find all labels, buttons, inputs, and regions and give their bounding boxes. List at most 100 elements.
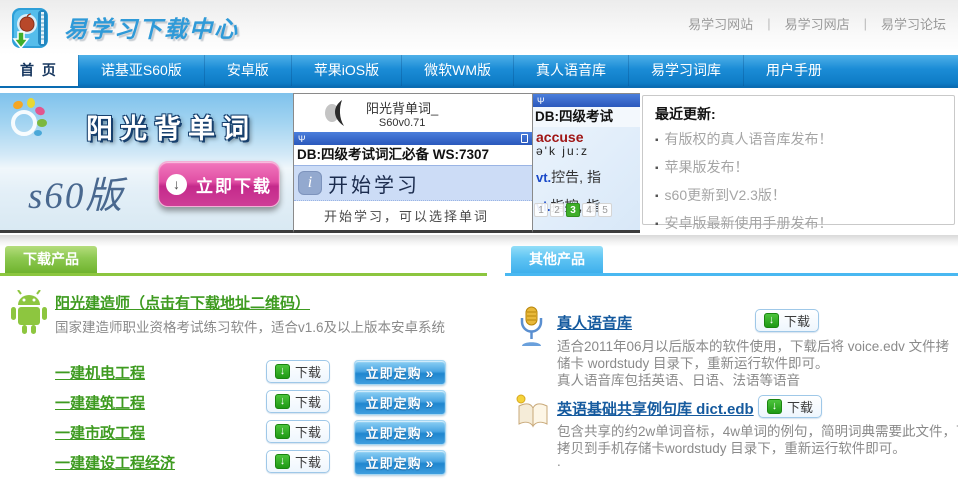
top-link-website[interactable]: 易学习网站 [688,14,753,33]
order-button[interactable]: 立即定购» [354,360,446,385]
site-logo[interactable]: 易学习下载中心 [8,4,239,50]
phone1-app-titles: 阳光背单词_ S60v0.71 [366,98,438,129]
product-link[interactable]: 一建建设工程经济 [55,452,175,473]
bullet-icon: ▪ [655,191,659,202]
nav-nokia-s60[interactable]: 诺基亚S60版 [78,55,204,86]
green-rule [0,273,487,276]
phone2-phonetic: ə'k ju:z [536,144,640,158]
tab-download-products[interactable]: 下载产品 [5,246,97,273]
info-icon: i [298,171,322,195]
top-link-forum[interactable]: 易学习论坛 [881,14,946,33]
page-button-4[interactable]: 4 [582,203,596,217]
other-product-link[interactable]: 真人语音库 [557,312,632,333]
chevron-right-icon: » [426,365,435,381]
microphone-icon [513,306,549,348]
recent-updates-panel: 最近更新: ▪有版权的真人语音库发布！ ▪苹果版发布！ ▪s60更新到V2.3版… [642,95,955,225]
product-link[interactable]: 一建建筑工程 [55,392,145,413]
phone2-db-line: DB:四级考试 [533,107,640,127]
other-products-section: 其他产品 真人语音库 ↓下载 适合2011年06月以后版本的软件使用，下载后将 … [505,246,958,479]
bullet-icon: ▪ [655,163,659,174]
nav-apple-ios[interactable]: 苹果iOS版 [291,55,401,86]
recent-updates-title: 最近更新: [655,104,942,124]
banner-edition: s60版 [28,165,124,219]
page: 易学习下载中心 易学习网站 | 易学习网店 | 易学习论坛 首 页 诺基亚S60… [0,0,958,479]
phone1-hint-line: 开始学习，可以选择单词 [294,201,532,225]
download-arrow-icon: ↓ [275,454,290,469]
download-button[interactable]: ↓下载 [266,360,330,383]
product-row: 一建建筑工程 ↓下载 立即定购» [0,390,487,416]
product-row: 一建机电工程 ↓下载 立即定购» [0,360,487,386]
product-link[interactable]: 一建市政工程 [55,422,145,443]
download-button[interactable]: ↓下载 [758,395,822,418]
order-button[interactable]: 立即定购» [354,450,446,475]
signal-icon: Ψ [537,96,545,106]
download-products-section: 下载产品 阳光建造师（点击有下载地址二维码） 国家建造师职业资格考试练习软件，适… [0,246,487,479]
phone-screenshot-1: 阳光背单词_ S60v0.71 Ψ DB:四级考试词汇必备 WS:7307 i … [293,93,533,233]
backpack-download-icon [8,4,56,50]
product-row: 一建建设工程经济 ↓下载 立即定购» [0,450,487,476]
top-link-shop[interactable]: 易学习网店 [785,14,850,33]
signal-icon: Ψ [298,134,306,144]
order-button[interactable]: 立即定购» [354,390,446,415]
download-button[interactable]: ↓下载 [266,420,330,443]
download-arrow-icon: ↓ [764,313,779,328]
download-arrow-icon: ↓ [166,174,187,195]
site-title: 易学习下载中心 [64,10,239,44]
phone1-app-version: S60v0.71 [366,117,438,129]
top-link-separator: | [767,16,770,31]
phone2-word-area: accuse ə'k ju:z vt.控告, 指 vi.指控, 指 1 2 3 … [533,127,640,233]
feature-product-link[interactable]: 阳光建造师（点击有下载地址二维码） [55,292,310,313]
main-nav: 首 页 诺基亚S60版 安卓版 苹果iOS版 微软WM版 真人语音库 易学习词库… [0,55,958,88]
top-link-separator: | [864,16,867,31]
nav-windows-mobile[interactable]: 微软WM版 [401,55,513,86]
hero-area: 阳光背单词 s60版 ↓ 立即下载 阳光背单词_ S60v0.71 Ψ [0,93,958,235]
blue-rule [505,273,958,276]
phone1-menu-item-selected[interactable]: i 开始学习 [294,165,532,201]
top-links: 易学习网站 | 易学习网店 | 易学习论坛 [688,14,946,33]
phone2-pagination: 1 2 3 4 5 [534,203,612,217]
product-link[interactable]: 一建机电工程 [55,362,145,383]
banner-download-button[interactable]: ↓ 立即下载 [158,161,280,207]
phone2-word: accuse [536,130,640,144]
battery-icon [521,134,528,143]
nav-word-library[interactable]: 易学习词库 [628,55,743,86]
banner-title: 阳光背单词 [86,107,256,146]
phone1-db-line: DB:四级考试词汇必备 WS:7307 [294,145,532,165]
nav-voice-library[interactable]: 真人语音库 [513,55,628,86]
download-button[interactable]: ↓下载 [266,390,330,413]
update-item[interactable]: ▪s60更新到V2.3版！ [655,182,942,210]
nav-home[interactable]: 首 页 [0,55,78,86]
phone-screenshot-2: Ψ DB:四级考试 accuse ə'k ju:z vt.控告, 指 vi.指控… [533,93,640,233]
chevron-right-icon: » [426,395,435,411]
top-bar: 易学习下载中心 易学习网站 | 易学习网店 | 易学习论坛 [0,0,958,55]
chevron-right-icon: » [426,425,435,441]
phone2-meaning-vt: vt.控告, 指 [536,167,640,187]
page-button-3-active[interactable]: 3 [566,203,580,217]
sun-logo-icon [4,97,50,143]
page-button-1[interactable]: 1 [534,203,548,217]
download-arrow-icon: ↓ [275,364,290,379]
page-button-5[interactable]: 5 [598,203,612,217]
chevron-right-icon: » [426,455,435,471]
phone2-status-bar: Ψ [533,94,640,107]
feature-product-desc: 国家建造师职业资格考试练习软件，适合v1.6及以上版本安卓系统 [55,316,475,336]
nav-user-manual[interactable]: 用户手册 [743,55,844,86]
update-item[interactable]: ▪有版权的真人语音库发布！ [655,126,942,154]
other-product-desc: . [557,454,958,469]
download-arrow-icon: ↓ [275,424,290,439]
download-arrow-icon: ↓ [275,394,290,409]
page-button-2[interactable]: 2 [550,203,564,217]
bullet-icon: ▪ [655,135,659,146]
promo-banner: 阳光背单词 s60版 ↓ 立即下载 [0,93,293,233]
phone1-app-name: 阳光背单词_ [366,98,438,117]
download-button[interactable]: ↓下载 [266,450,330,473]
update-item[interactable]: ▪苹果版发布！ [655,154,942,182]
other-product-desc: 真人语音库包括英语、日语、法语等语音 [557,369,958,389]
order-button[interactable]: 立即定购» [354,420,446,445]
product-row: 一建市政工程 ↓下载 立即定购» [0,420,487,446]
tab-other-products[interactable]: 其他产品 [511,246,603,273]
other-product-link[interactable]: 英语基础共享例句库 dict.edb [557,398,754,419]
update-item[interactable]: ▪安卓版最新使用手册发布！ [655,210,942,238]
download-button[interactable]: ↓下载 [755,309,819,332]
nav-android[interactable]: 安卓版 [204,55,291,86]
